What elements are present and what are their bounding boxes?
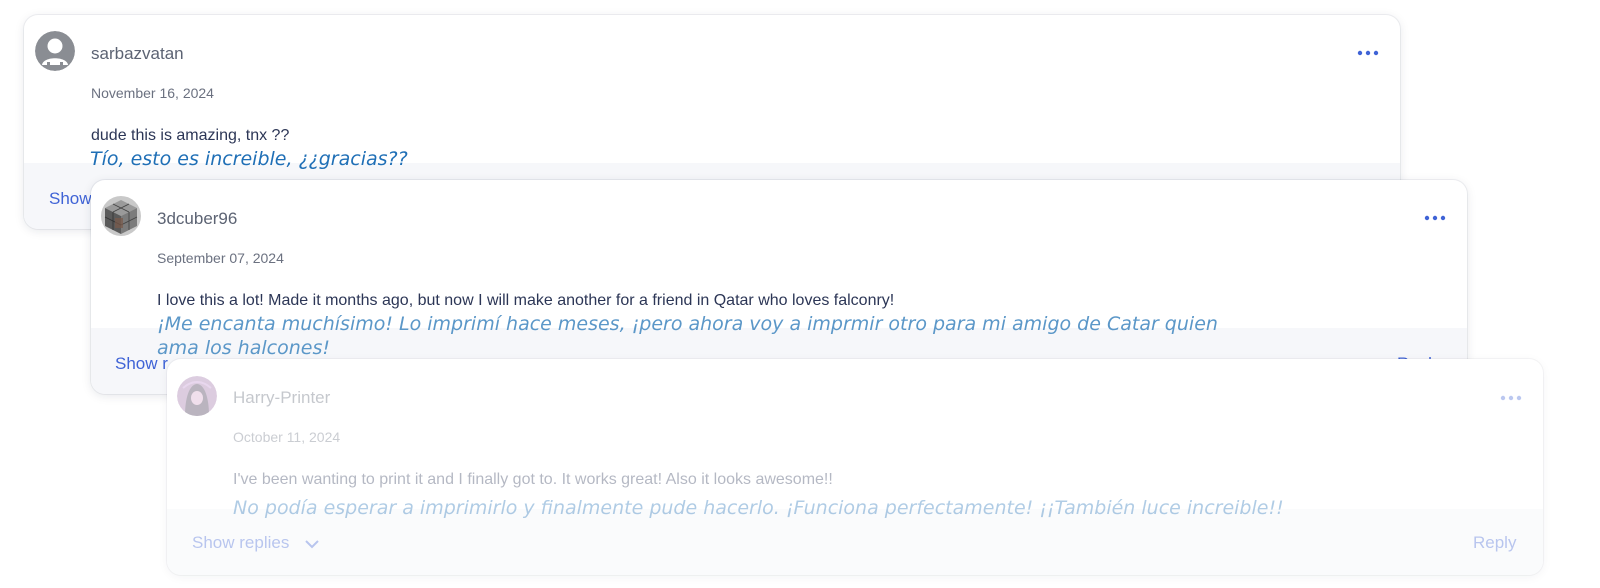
- reply-button[interactable]: Reply: [1473, 533, 1516, 553]
- show-replies-label: Show r: [115, 354, 168, 373]
- show-replies-label: Show replies: [192, 533, 290, 552]
- rubiks-cube-avatar[interactable]: [101, 196, 141, 236]
- show-replies-button[interactable]: Show r: [115, 354, 168, 374]
- comment-translation: No podía esperar a imprimirlo y finalmen…: [233, 497, 1284, 519]
- comment-text: dude this is amazing, tnx ??: [91, 127, 290, 144]
- comment-text: I've been wanting to print it and I fina…: [233, 471, 833, 488]
- comment-date: November 16, 2024: [91, 85, 214, 101]
- hooded-figure-avatar[interactable]: [177, 376, 217, 416]
- comment-text: I love this a lot! Made it months ago, b…: [157, 292, 895, 309]
- show-replies-button[interactable]: Show replies: [192, 533, 320, 554]
- comment-card: Harry-Printer October 11, 2024 I've been…: [167, 359, 1543, 575]
- show-replies-button[interactable]: Show: [49, 189, 92, 209]
- comment-username[interactable]: sarbazvatan: [91, 44, 184, 64]
- chevron-down-icon: [304, 534, 320, 554]
- default-user-icon[interactable]: [35, 31, 75, 71]
- comment-username[interactable]: Harry-Printer: [233, 388, 330, 408]
- comment-translation: Tío, esto es increible, ¿¿gracias??: [90, 148, 408, 170]
- comment-date: September 07, 2024: [157, 250, 284, 266]
- comment-username[interactable]: 3dcuber96: [157, 209, 237, 229]
- more-dots-icon[interactable]: [1356, 46, 1380, 58]
- show-replies-label: Show: [49, 189, 92, 208]
- comment-date: October 11, 2024: [233, 429, 341, 445]
- more-dots-icon[interactable]: [1423, 211, 1447, 223]
- comment-translation: ¡Me encanta muchísimo! Lo imprimí hace m…: [157, 313, 1218, 359]
- more-dots-icon[interactable]: [1499, 391, 1523, 403]
